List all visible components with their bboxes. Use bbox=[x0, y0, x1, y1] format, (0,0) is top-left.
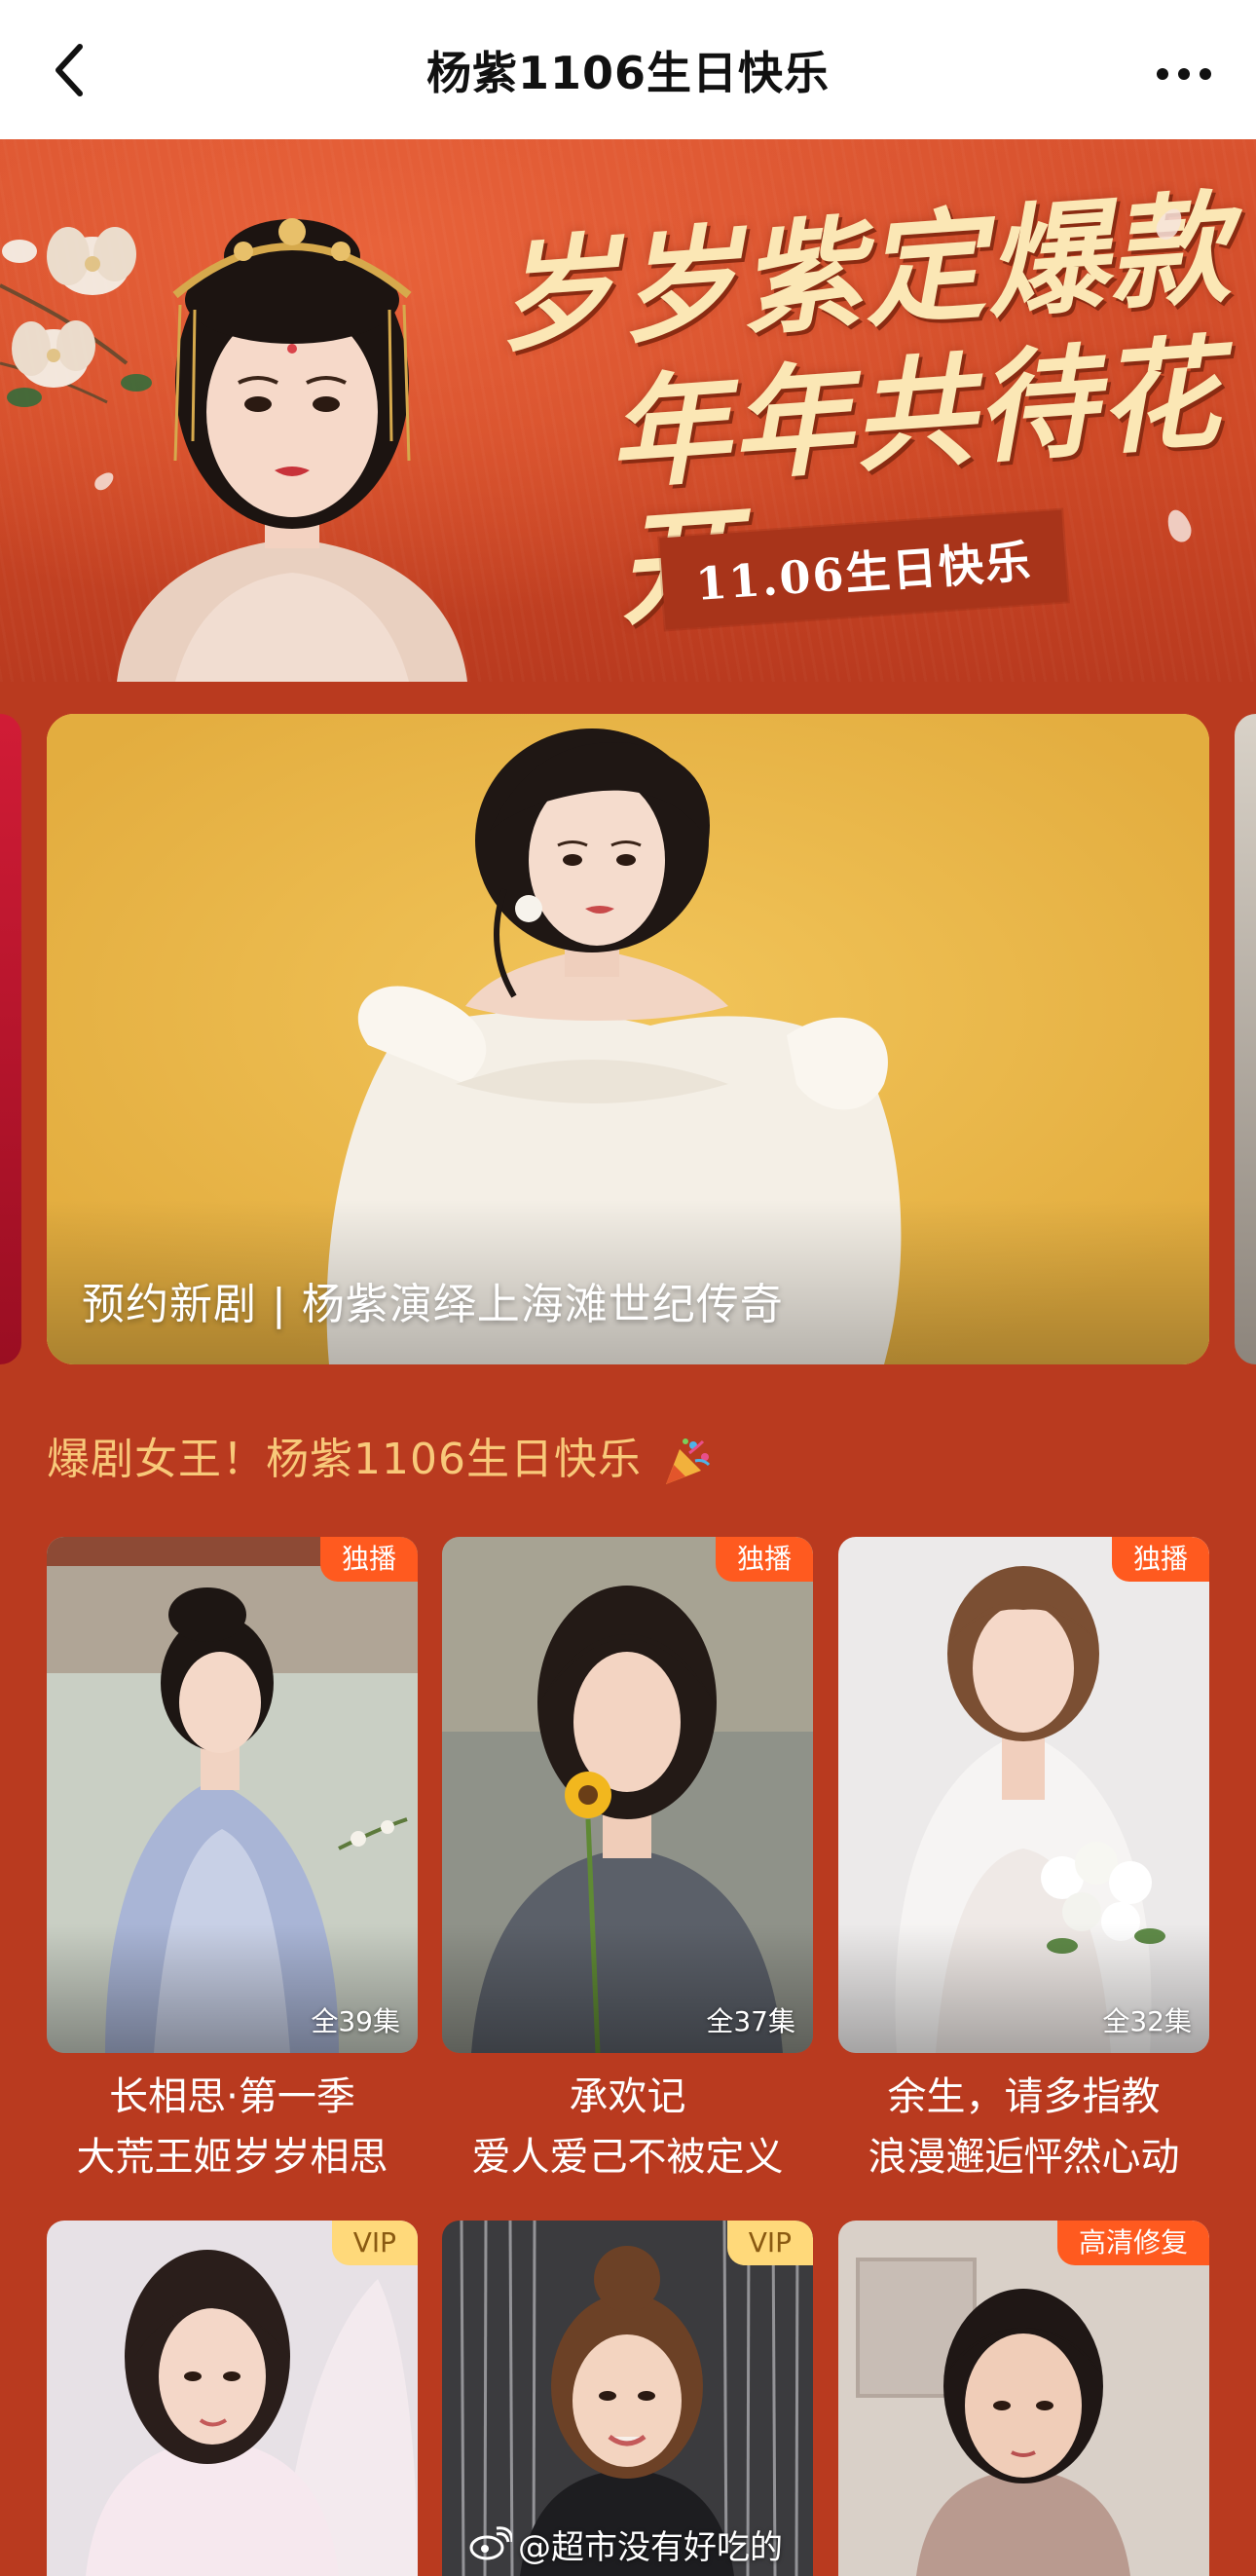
drama-title: 长相思·第一季 bbox=[109, 2074, 355, 2119]
drama-poster-image bbox=[838, 2221, 1209, 2576]
drama-card[interactable]: VIP bbox=[47, 2221, 418, 2576]
episode-count: 全32集 bbox=[1102, 2005, 1192, 2037]
drama-poster-image bbox=[47, 2221, 418, 2576]
drama-card[interactable]: 独播 全32集 余生，请多指教 浪漫邂逅怦然心动 bbox=[838, 1537, 1209, 2187]
carousel-caption: 预约新剧 | 杨紫演绎上海滩世纪传奇 bbox=[82, 1280, 784, 1329]
section-title: 爆剧女王！杨紫1106生日快乐 bbox=[47, 1424, 713, 1488]
drama-card[interactable]: 高清修复 bbox=[838, 2221, 1209, 2576]
exclusive-badge: 独播 bbox=[715, 1537, 813, 1582]
party-popper-icon bbox=[665, 1438, 711, 1484]
drama-card[interactable]: 独播 全37集 承欢记 爱人爱己不被定义 bbox=[442, 1537, 813, 2187]
weibo-watermark: @超市没有好吃的 bbox=[469, 2522, 783, 2567]
drama-poster-image bbox=[442, 1537, 813, 2053]
watermark-text: @超市没有好吃的 bbox=[518, 2527, 783, 2567]
drama-poster: 独播 全39集 bbox=[47, 1537, 418, 2053]
drama-title: 承欢记 bbox=[569, 2074, 686, 2119]
drama-title: 余生，请多指教 bbox=[887, 2074, 1161, 2119]
top-nav-bar: 杨紫1106生日快乐 bbox=[0, 0, 1256, 139]
vip-badge: VIP bbox=[726, 2221, 813, 2265]
drama-poster: VIP bbox=[47, 2221, 418, 2576]
magnolia-flowers bbox=[0, 227, 152, 407]
drama-subtitle: 大荒王姬岁岁相思 bbox=[76, 2135, 388, 2180]
episode-count: 全37集 bbox=[706, 2005, 795, 2037]
restored-badge: 高清修复 bbox=[1056, 2221, 1209, 2265]
drama-poster: 高清修复 bbox=[838, 2221, 1209, 2576]
weibo-icon bbox=[469, 2526, 512, 2560]
episode-count: 全39集 bbox=[311, 2005, 400, 2037]
drama-poster: 独播 全32集 bbox=[838, 1537, 1209, 2053]
carousel-next-card-peek[interactable] bbox=[1235, 714, 1256, 1364]
drama-subtitle: 浪漫邂逅怦然心动 bbox=[868, 2135, 1180, 2180]
drama-poster-image bbox=[47, 1537, 418, 2053]
exclusive-badge: 独播 bbox=[319, 1537, 418, 1582]
drama-poster-image bbox=[838, 1537, 1209, 2053]
more-horizontal-icon bbox=[1157, 68, 1211, 80]
page-title: 杨紫1106生日快乐 bbox=[425, 47, 831, 99]
drama-subtitle: 爱人爱己不被定义 bbox=[471, 2135, 784, 2180]
more-button[interactable] bbox=[1149, 39, 1219, 109]
drama-poster: 独播 全37集 bbox=[442, 1537, 813, 2053]
exclusive-badge: 独播 bbox=[1111, 1537, 1209, 1582]
vip-badge: VIP bbox=[331, 2221, 418, 2265]
drama-card[interactable]: 独播 全39集 长相思·第一季 大荒王姬岁岁相思 bbox=[47, 1537, 418, 2187]
chevron-left-icon bbox=[55, 44, 83, 96]
birthday-banner: 岁岁紫定爆款 年年共待花开 11.06生日快乐 bbox=[0, 139, 1256, 682]
carousel-prev-card-peek[interactable] bbox=[0, 714, 21, 1364]
back-button[interactable] bbox=[39, 35, 101, 105]
section-title-text: 爆剧女王！杨紫1106生日快乐 bbox=[47, 1435, 642, 1484]
featured-carousel-card[interactable]: 预约新剧 | 杨紫演绎上海滩世纪传奇 bbox=[47, 714, 1209, 1364]
